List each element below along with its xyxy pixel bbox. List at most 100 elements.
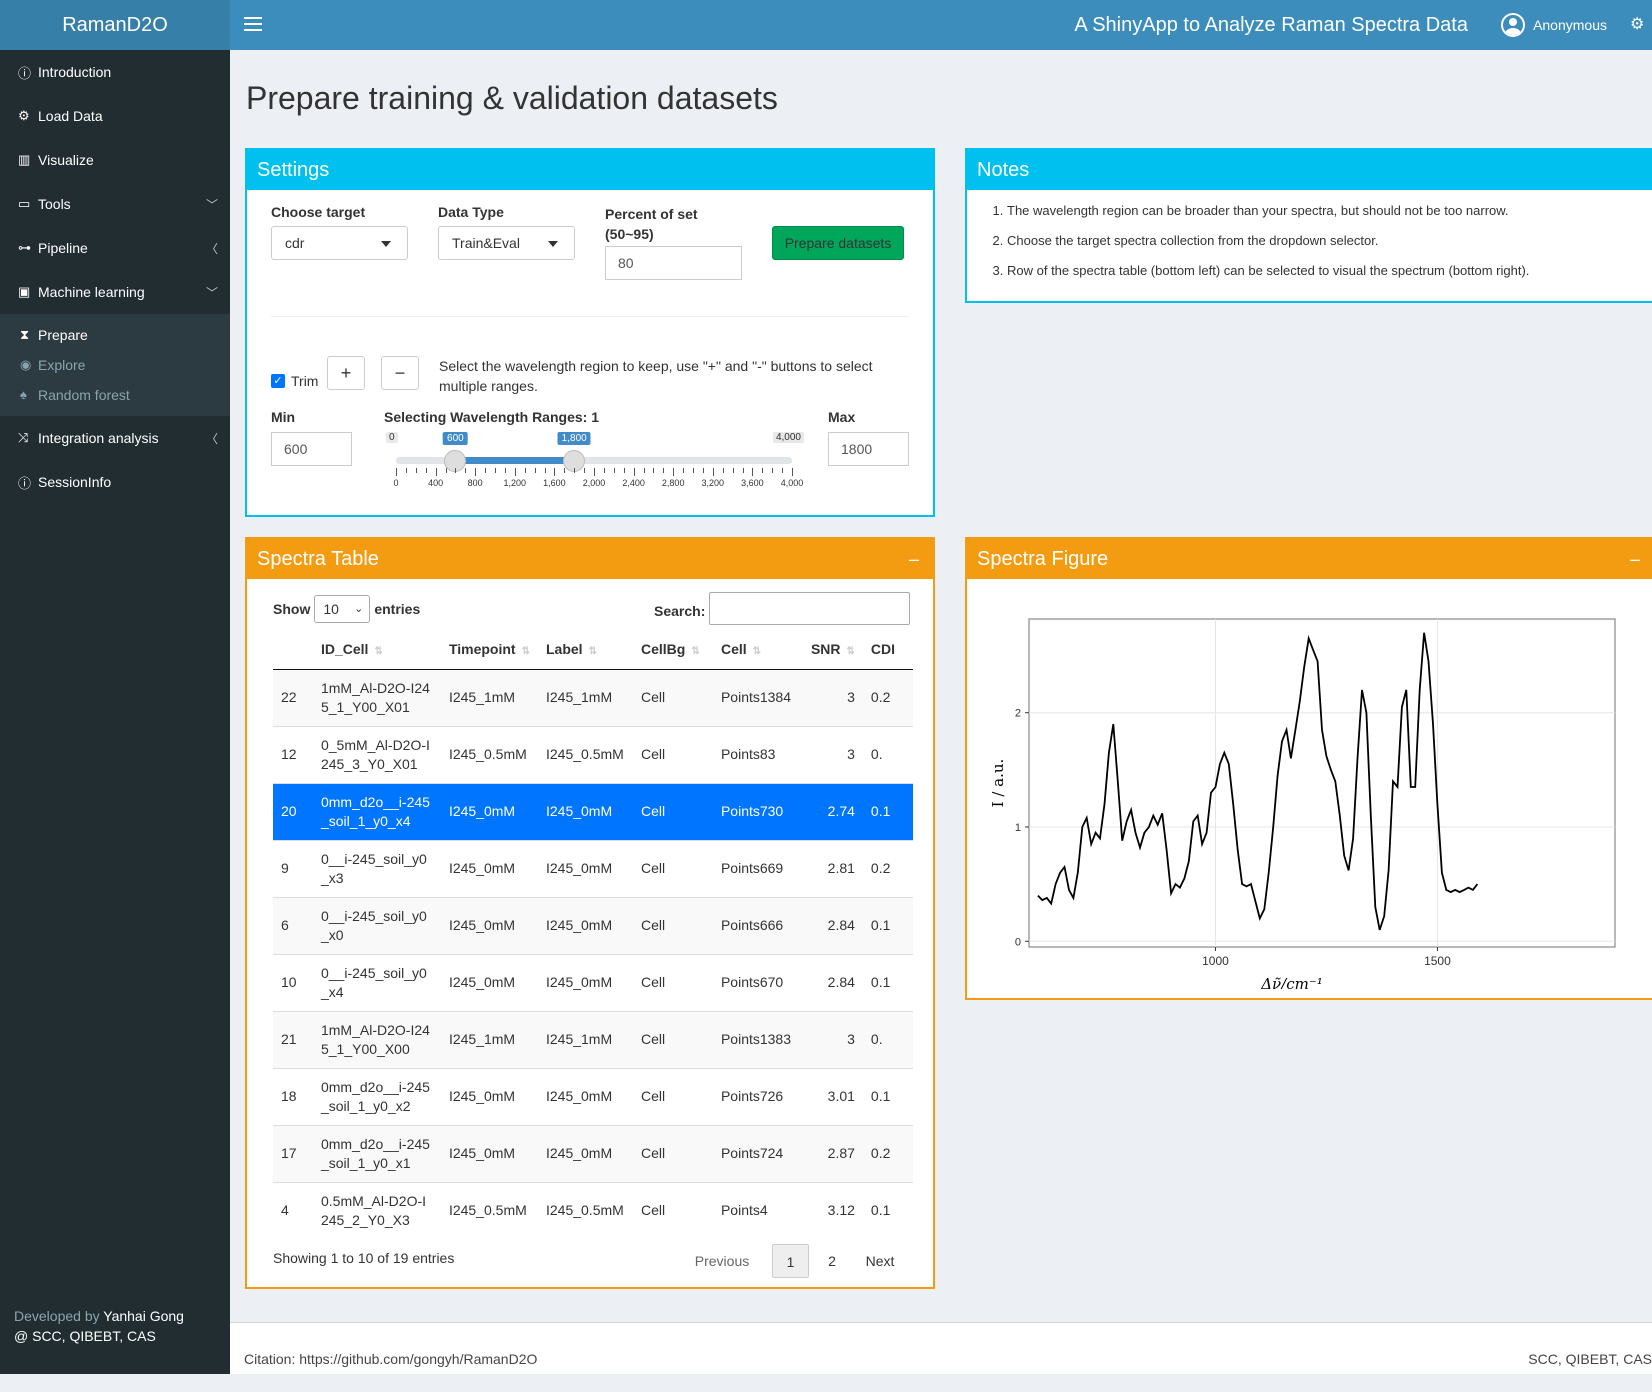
table-cell: I245_0mM [537,1067,633,1125]
previous-page-button[interactable]: Previous [687,1244,757,1278]
column-header[interactable]: Label ⇅ [537,629,633,670]
table-cell: Cell [632,782,713,840]
table-cell: 0.1 [862,1181,913,1239]
slider-max-label: 4,000 [772,432,804,443]
percent-input[interactable]: 80 [605,246,742,280]
sidebar-subitem-random-forest[interactable]: ♠ Random forest [0,380,230,410]
y-tick-label: 0 [1015,936,1021,948]
table-row[interactable]: 22 1mM_Al-D2O-I245_1_Y00_X01 I245_1mM I245_… [273,668,913,726]
min-label: Min [271,409,296,425]
table-row[interactable]: 4 0.5mM_Al-D2O-I245_2_Y0_X3 I245_0.5mM I245… [273,1181,913,1239]
table-cell: 1mM_Al-D2O-I245_1_Y00_X00 [312,1010,441,1068]
table-row[interactable]: 9 0__i-245_soil_y0_x3 I245_0mM I245_0mM Cell… [273,839,913,897]
column-header-label: CellBg [640,640,686,657]
slider-tick [504,468,506,473]
notes-box-title: Notes [967,150,1652,190]
slider-tick [435,468,437,476]
author-link[interactable]: Yanhai Gong [103,1308,184,1324]
collapse-icon[interactable]: – [909,539,919,579]
choose-target-select[interactable]: cdr [271,226,408,260]
column-header [273,629,313,670]
slider-tick [732,468,734,473]
slider-tick [653,468,655,473]
column-header[interactable]: Cell ⇅ [712,629,803,670]
gears-icon: ⚙ [18,108,30,123]
subitem-label: Explore [38,357,86,373]
sidebar-item-integration-analysis[interactable]: ⤨ Integration analysis 〈 [0,416,230,460]
sidebar-item-sessioninfo[interactable]: ⓘ SessionInfo [0,460,230,504]
slider-from-label: 600 [443,432,468,445]
sidebar-item-pipeline[interactable]: ⊶ Pipeline 〈 [0,226,230,270]
page-length-select[interactable]: 10 ⌄ [314,595,371,623]
min-input[interactable]: 600 [271,432,352,466]
table-cell: Points4 [712,1181,803,1239]
caret-down-icon [548,241,558,247]
column-header[interactable]: CDI [862,629,913,670]
add-range-button[interactable]: + [327,356,365,390]
footer-right-text: SCC, QIBEBT, CAS [1528,1351,1652,1367]
slider-tick-label: 3,200 [701,478,725,488]
trim-label: Trim [291,373,319,389]
table-cell: I245_1mM [440,668,538,726]
column-header[interactable]: Timepoint ⇅ [440,629,538,670]
table-row[interactable]: 17 0mm_d2o__i-245_soil_1_y0_x1 I245_0mM I24… [273,1124,913,1182]
table-cell: 4 [273,1181,313,1239]
table-cell: 0mm_d2o__i-245_soil_1_y0_x4 [312,782,441,840]
page-length-value: 10 [323,601,339,617]
sidebar-item-introduction[interactable]: ⓘ Introduction [0,50,230,94]
column-header[interactable]: ID_Cell ⇅ [312,629,441,670]
slider-tick [762,468,764,473]
table-row[interactable]: 10 0__i-245_soil_y0_x4 I245_0mM I245_0mM Cel… [273,953,913,1011]
sidebar-subitem-explore[interactable]: ◉ Explore [0,350,230,380]
prepare-datasets-button[interactable]: Prepare datasets [772,226,904,260]
sidebar-item-load-data[interactable]: ⚙ Load Data [0,94,230,138]
shuffle-icon: ⤨ [18,430,29,445]
slider-tick [574,468,576,473]
info-icon: ⓘ [18,475,32,491]
sidebar-item-tools[interactable]: ▭ Tools ﹀ [0,182,230,226]
max-input[interactable]: 1800 [828,432,909,466]
wavelength-range-slider[interactable]: 0 4,000 600 1,800 0 400 800 1,200 1,600 2,000… [384,430,804,500]
table-cell: Cell [632,668,713,726]
sidebar-subitem-prepare[interactable]: ⧗ Prepare [0,320,230,350]
slider-tick [544,468,546,473]
spectra-figure-box: Spectra Figure – 1000 1500 0 1 2 Δν̃/cm⁻¹ I / a… [965,537,1652,1000]
remove-range-button[interactable]: − [381,356,419,390]
column-header[interactable]: SNR ⇅ [802,629,863,670]
next-page-button[interactable]: Next [855,1244,905,1278]
table-row[interactable]: 20 0mm_d2o__i-245_soil_1_y0_x4 I245_0mM I24… [273,782,913,840]
sidebar-item-machine-learning[interactable]: ▣ Machine learning ﹀ [0,270,230,314]
slider-tick-label: 2,000 [582,478,606,488]
control-sidebar-gears-icon[interactable]: ⚙ [1630,0,1652,50]
brand-logo[interactable]: RamanD2O [0,0,230,50]
slider-tick [534,468,536,473]
app-title: A ShinyApp to Analyze Raman Spectra Data [1074,14,1468,36]
column-header[interactable]: CellBg ⇅ [632,629,713,670]
table-row[interactable]: 6 0__i-245_soil_y0_x0 I245_0mM I245_0mM Cell… [273,896,913,954]
data-type-select[interactable]: Train&Eval [438,226,575,260]
sidebar-item-label: Integration analysis [38,430,159,446]
table-row[interactable]: 18 0mm_d2o__i-245_soil_1_y0_x2 I245_0mM I24… [273,1067,913,1125]
table-cell: Cell [632,953,713,1011]
table-row[interactable]: 21 1mM_Al-D2O-I245_1_Y00_X00 I245_1mM I245_… [273,1010,913,1068]
search-input[interactable] [709,592,910,625]
table-cell: 20 [273,782,313,840]
table-cell: I245_0.5mM [440,725,538,783]
trim-checkbox[interactable]: ✓ [271,374,285,388]
table-cell: Points726 [712,1067,803,1125]
page-1-button[interactable]: 1 [772,1244,809,1278]
sidebar-toggle-icon[interactable] [244,13,262,37]
show-label: Show [273,601,311,617]
collapse-icon[interactable]: – [1630,539,1640,579]
page-2-button[interactable]: 2 [815,1244,849,1278]
sidebar-item-visualize[interactable]: ▥ Visualize [0,138,230,182]
slider-tick [722,468,724,473]
user-menu[interactable]: Anonymous [1501,0,1607,50]
sidebar-item-label: Introduction [38,64,112,80]
table-cell: 10 [273,953,313,1011]
table-row[interactable]: 12 0_5mM_Al-D2O-I245_3_Y0_X01 I245_0.5mM I2… [273,725,913,783]
robot-icon: ▣ [18,284,31,299]
table-cell: 0.1 [862,1067,913,1125]
slider-tick [623,468,625,473]
slider-tick [633,468,635,476]
